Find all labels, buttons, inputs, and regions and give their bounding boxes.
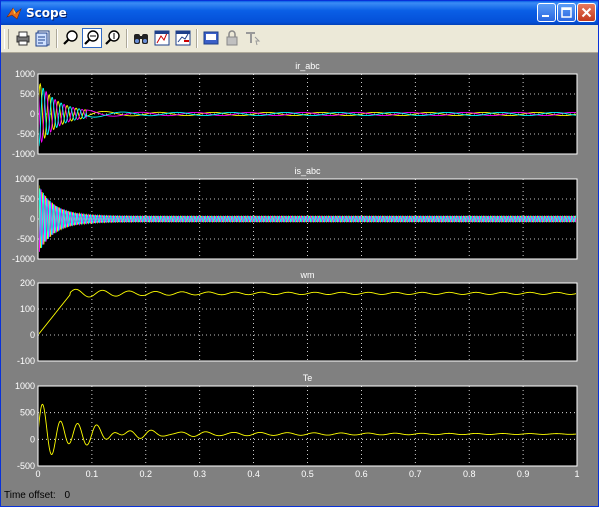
- y-tick-label: 1000: [15, 69, 35, 79]
- plot-title: wm: [300, 270, 315, 280]
- close-button[interactable]: [577, 3, 596, 22]
- zoom-y-button[interactable]: [103, 28, 123, 48]
- parameters-icon: [35, 30, 50, 47]
- y-tick-label: 100: [20, 304, 35, 314]
- zoom-x-icon: [84, 30, 99, 45]
- maximize-button[interactable]: [557, 3, 576, 22]
- toolbar-separator: [196, 29, 198, 48]
- matlab-logo-icon: [6, 7, 22, 20]
- time-offset-label: Time offset:: [4, 490, 56, 501]
- scope-plot-area: ir_abc -1000 -500 0 500 1000 is_abc -1000 -500 0 5…: [1, 53, 598, 506]
- scope-window: Scope ir_abc -1000 -500 0 500 1000 is_ab…: [0, 0, 599, 507]
- y-tick-label: 200: [20, 278, 35, 288]
- restore-axes-button[interactable]: [173, 28, 193, 48]
- plot-title: is_abc: [294, 166, 321, 176]
- x-tick-label: 0.8: [463, 469, 476, 479]
- y-tick-label: 0: [30, 109, 35, 119]
- signal-selection-icon: [246, 32, 261, 46]
- x-tick-label: 0.6: [355, 469, 368, 479]
- y-tick-label: -500: [17, 461, 35, 471]
- print-button[interactable]: [13, 28, 33, 48]
- x-tick-label: 0.4: [247, 469, 260, 479]
- y-tick-label: 0: [30, 214, 35, 224]
- y-tick-label: 500: [20, 408, 35, 418]
- x-tick-label: 0.1: [86, 469, 99, 479]
- x-tick-label: 1: [574, 469, 579, 479]
- window-title: Scope: [26, 6, 67, 20]
- toolbar-separator: [56, 29, 58, 48]
- restore-axes-icon: [175, 30, 191, 46]
- y-tick-label: 500: [20, 89, 35, 99]
- y-tick-label: 1000: [15, 381, 35, 391]
- y-tick-label: -1000: [12, 254, 35, 264]
- y-tick-label: 1000: [15, 174, 35, 184]
- y-tick-label: -500: [17, 129, 35, 139]
- close-icon: [581, 7, 592, 18]
- time-offset-value: 0: [64, 490, 71, 501]
- plot-title: ir_abc: [295, 61, 320, 71]
- lock-axes-icon: [226, 30, 238, 46]
- y-tick-label: -100: [17, 356, 35, 366]
- x-tick-label: 0.7: [409, 469, 422, 479]
- plot-title: Te: [303, 373, 313, 383]
- zoom-button[interactable]: [61, 28, 81, 48]
- zoom-y-icon: [105, 30, 120, 45]
- x-tick-label: 0.5: [301, 469, 314, 479]
- toolbar-separator: [126, 29, 128, 48]
- y-tick-label: 0: [30, 330, 35, 340]
- toolbar-grip[interactable]: [4, 29, 9, 49]
- floating-scope-button[interactable]: [201, 28, 221, 48]
- autoscale-icon: [134, 34, 148, 44]
- save-axes-icon: [154, 30, 170, 46]
- x-tick-label: 0.3: [193, 469, 206, 479]
- lock-axes-button[interactable]: [222, 28, 242, 48]
- print-icon: [16, 31, 30, 46]
- y-tick-label: 500: [20, 194, 35, 204]
- x-tick-label: 0.2: [140, 469, 153, 479]
- signal-selection-button[interactable]: [243, 28, 263, 48]
- status-bar: Time offset: 0: [4, 490, 76, 501]
- maximize-icon: [561, 7, 572, 18]
- floating-scope-icon: [203, 31, 219, 45]
- zoom-x-button[interactable]: [82, 28, 102, 48]
- save-axes-button[interactable]: [152, 28, 172, 48]
- y-tick-label: -500: [17, 234, 35, 244]
- toolbar: [1, 25, 598, 53]
- title-bar[interactable]: Scope: [1, 1, 598, 25]
- minimize-icon: [542, 15, 549, 17]
- x-tick-label: 0.9: [517, 469, 530, 479]
- scope-plots: ir_abc-1000-50005001000is_abc-1000-50005…: [12, 61, 580, 479]
- parameters-button[interactable]: [33, 28, 53, 48]
- plot-axes: [37, 282, 578, 362]
- zoom-icon: [63, 30, 78, 45]
- x-tick-label: 0: [35, 469, 40, 479]
- minimize-button[interactable]: [537, 3, 556, 22]
- y-tick-label: -1000: [12, 149, 35, 159]
- autoscale-button[interactable]: [131, 28, 151, 48]
- y-tick-label: 0: [30, 434, 35, 444]
